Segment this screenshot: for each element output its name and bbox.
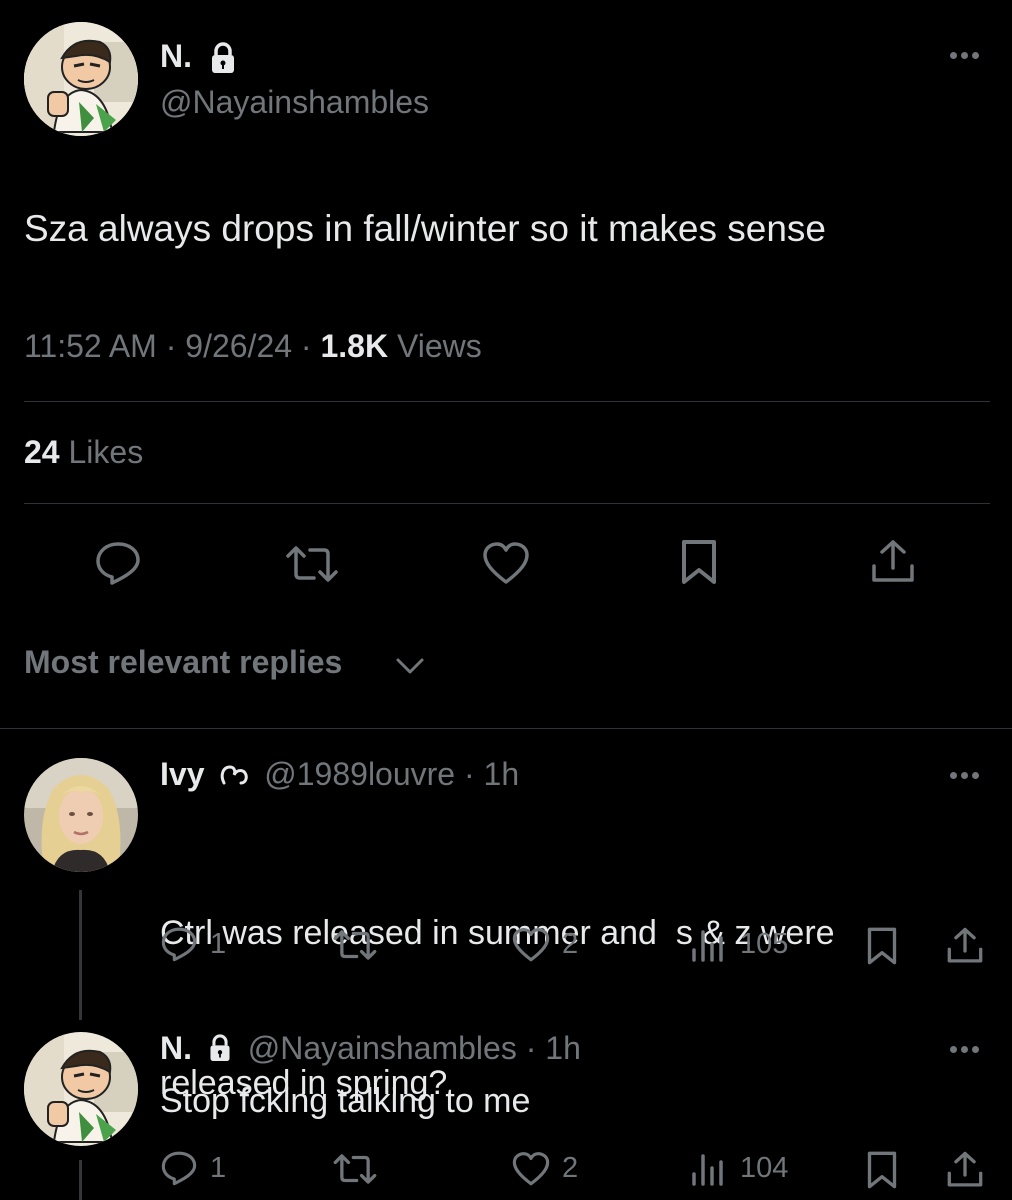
main-tweet-text: Sza always drops in fall/winter so it ma… [24, 208, 827, 249]
reply-header: N. @Nayainshambles · 1h [160, 1030, 581, 1067]
reply-icon[interactable] [160, 926, 198, 962]
chevron-down-icon[interactable] [394, 652, 426, 678]
views-count: 1.8K [320, 328, 389, 364]
like-count: 2 [562, 1152, 579, 1184]
main-tweet-more-icon[interactable] [950, 52, 979, 59]
retweet-icon[interactable] [284, 544, 340, 584]
like-icon[interactable] [512, 1152, 550, 1187]
reply-age: 1h [545, 1030, 581, 1066]
tweet-time: 11:52 AM [24, 328, 157, 364]
thread-connector [79, 1160, 82, 1200]
divider [24, 401, 990, 402]
meta-separator: · [165, 328, 177, 364]
likes-count: 24 [24, 434, 60, 470]
reply-count: 1 [210, 1152, 227, 1184]
views-count: 104 [740, 1152, 789, 1184]
share-icon[interactable] [946, 1150, 984, 1190]
likes-summary[interactable]: 24 Likes [24, 434, 143, 471]
meta-separator: · [300, 328, 312, 364]
reply-text: Stop fcking talking to me [160, 1082, 531, 1120]
reply-more-icon[interactable] [950, 772, 979, 779]
reply-count: 1 [210, 928, 227, 960]
replies-sort-dropdown[interactable]: Most relevant replies [24, 644, 342, 681]
views-label: Views [396, 328, 482, 364]
reply-avatar[interactable] [24, 758, 138, 872]
share-icon[interactable] [870, 538, 916, 586]
views-count: 105 [740, 928, 789, 960]
lock-icon [207, 1033, 233, 1063]
reply-icon[interactable] [94, 540, 142, 586]
views-icon[interactable] [690, 928, 726, 964]
like-icon[interactable] [512, 928, 550, 963]
replies-sort-label: Most relevant replies [24, 644, 343, 680]
reply-age: 1h [483, 756, 520, 792]
reply-avatar[interactable] [24, 1032, 138, 1146]
like-count: 2 [562, 928, 579, 960]
meta-separator: · [525, 1030, 537, 1066]
main-tweet-handle[interactable]: @Nayainshambles [160, 84, 429, 121]
meta-separator: · [463, 756, 475, 792]
reply-handle[interactable]: @1989louvre [264, 756, 455, 792]
bookmark-icon[interactable] [680, 538, 718, 586]
subscribed-badge-icon [219, 763, 249, 787]
divider [0, 728, 1012, 729]
bookmark-icon[interactable] [866, 926, 898, 966]
tweet-date: 9/26/24 [185, 328, 293, 364]
main-tweet-display-name[interactable]: N. [160, 38, 192, 75]
reply-display-name[interactable]: N. [160, 1030, 192, 1066]
share-icon[interactable] [946, 926, 984, 966]
thread-connector [79, 890, 82, 1020]
reply-header: Ivy @1989louvre · 1h [160, 756, 519, 793]
divider [24, 503, 990, 504]
bookmark-icon[interactable] [866, 1150, 898, 1190]
reply-text-line: Ctrl was released in summer and s & z we… [160, 914, 835, 952]
main-tweet-avatar[interactable] [24, 22, 138, 136]
likes-label: Likes [68, 434, 144, 470]
retweet-icon[interactable] [332, 1152, 378, 1186]
views-icon[interactable] [690, 1152, 726, 1188]
reply-icon[interactable] [160, 1150, 198, 1186]
reply-more-icon[interactable] [950, 1046, 979, 1053]
lock-icon [208, 41, 238, 75]
reply-handle[interactable]: @Nayainshambles [248, 1030, 517, 1066]
main-tweet-meta: 11:52 AM · 9/26/24 · 1.8K Views [24, 328, 482, 365]
like-icon[interactable] [482, 542, 530, 586]
reply-display-name[interactable]: Ivy [160, 756, 204, 792]
retweet-icon[interactable] [332, 928, 378, 962]
